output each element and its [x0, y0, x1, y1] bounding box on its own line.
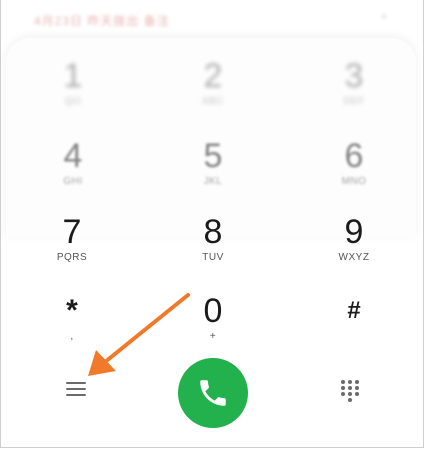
key-9-digit: 9	[344, 213, 364, 251]
key-1[interactable]: 1 QO	[28, 58, 118, 108]
key-4-digit: 4	[63, 137, 83, 175]
call-button[interactable]	[178, 358, 248, 428]
key-4[interactable]: 4 GHI	[28, 138, 118, 188]
recent-call-hint-text: 4月23日 昨天拨出 备注	[34, 14, 170, 28]
key-6-letters: MNO	[341, 176, 367, 187]
key-2[interactable]: 2 ABC	[168, 58, 258, 108]
key-7[interactable]: 7 PQRS	[27, 214, 117, 264]
key-1-digit: 1	[63, 57, 83, 95]
key-hash[interactable]: #	[309, 293, 399, 343]
key-0-letters: +	[209, 331, 217, 342]
key-5-digit: 5	[203, 137, 223, 175]
key-8[interactable]: 8 TUV	[168, 214, 258, 264]
recent-call-hint[interactable]: 4月23日 昨天拨出 备注 ⌃	[24, 8, 404, 32]
key-star-letters: ,	[70, 331, 74, 342]
key-7-digit: 7	[62, 213, 82, 251]
menu-icon[interactable]	[66, 382, 86, 398]
key-5[interactable]: 5 JKL	[168, 138, 258, 188]
key-6[interactable]: 6 MNO	[309, 138, 399, 188]
key-2-letters: ABC	[201, 96, 225, 107]
key-4-letters: GHI	[63, 176, 83, 187]
key-3[interactable]: 3 DEF	[309, 58, 399, 108]
key-hash-letters	[309, 331, 399, 343]
key-7-letters: PQRS	[56, 252, 88, 263]
close-icon[interactable]: ⌃	[378, 12, 390, 29]
key-8-digit: 8	[203, 213, 223, 251]
key-0[interactable]: 0 +	[168, 293, 258, 343]
key-3-digit: 3	[344, 57, 364, 95]
key-star-digit: *	[66, 294, 78, 327]
key-8-letters: TUV	[202, 252, 224, 263]
key-3-letters: DEF	[343, 96, 365, 107]
dialpad-icon[interactable]	[341, 380, 359, 404]
key-1-letters: QO	[64, 96, 82, 107]
key-9[interactable]: 9 WXYZ	[309, 214, 399, 264]
key-6-digit: 6	[344, 137, 364, 175]
key-2-digit: 2	[203, 57, 223, 95]
key-9-letters: WXYZ	[338, 252, 370, 263]
phone-icon	[200, 380, 226, 406]
key-star[interactable]: * ,	[27, 293, 117, 343]
key-0-digit: 0	[203, 292, 223, 330]
key-5-letters: JKL	[203, 176, 223, 187]
key-hash-digit: #	[347, 297, 361, 324]
